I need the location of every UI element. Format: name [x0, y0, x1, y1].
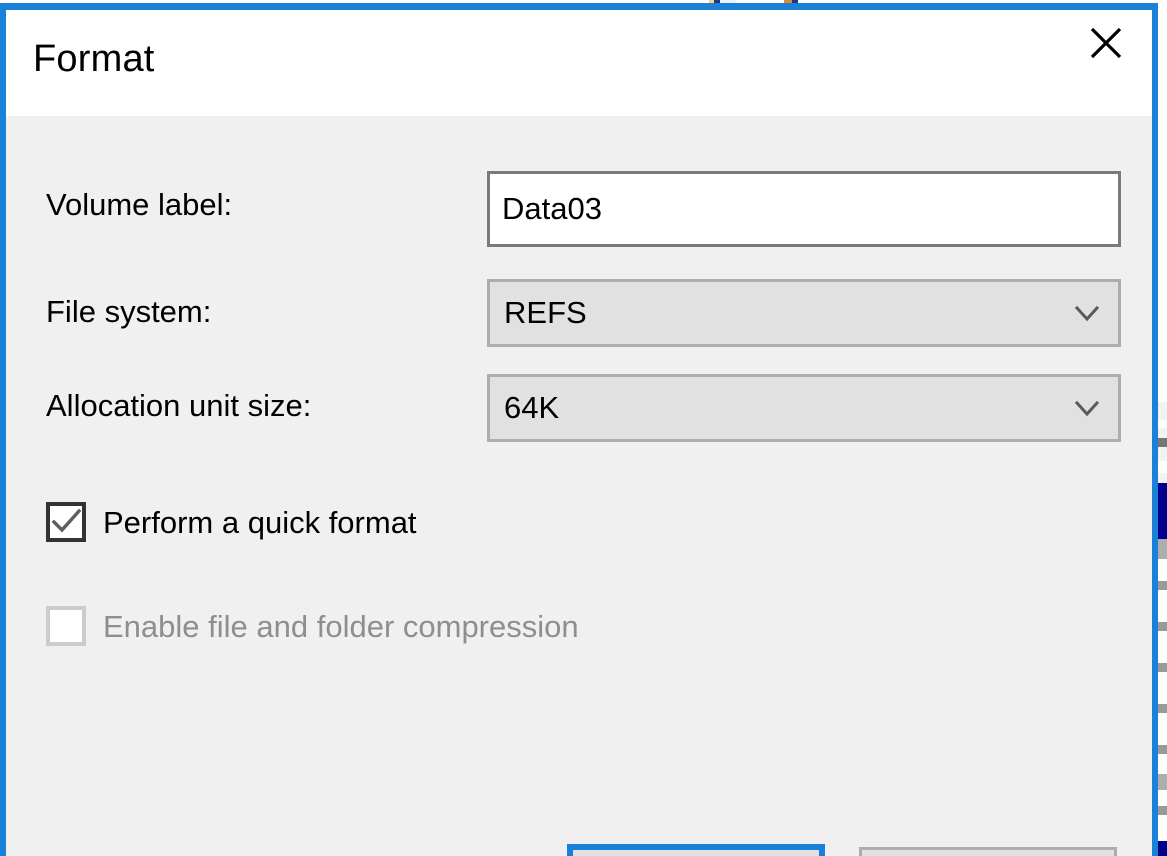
close-button[interactable]: [1060, 10, 1152, 76]
chevron-down-icon: [1074, 305, 1100, 322]
allocation-unit-size-dropdown[interactable]: 64K: [487, 374, 1121, 442]
background-row: [1158, 704, 1167, 713]
dialog-body: Volume label: File system: REFS Allocati…: [6, 116, 1152, 856]
background-row: [1158, 581, 1167, 590]
quick-format-checkbox[interactable]: [46, 502, 86, 542]
background-row-selected: [1158, 483, 1167, 539]
file-system-label: File system:: [46, 294, 212, 329]
volume-label-input[interactable]: [487, 171, 1121, 247]
background-row: [1158, 420, 1167, 428]
background-row: [1158, 663, 1167, 672]
background-row: [1158, 402, 1167, 420]
chevron-down-icon: [1074, 400, 1100, 417]
background-row: [1158, 815, 1167, 841]
background-row: [1158, 428, 1167, 438]
background-row-selected: [1158, 841, 1167, 856]
volume-label-label: Volume label:: [46, 187, 233, 222]
cancel-button[interactable]: Cancel: [859, 847, 1117, 856]
background-row: [1158, 790, 1167, 806]
allocation-unit-size-label: Allocation unit size:: [46, 388, 312, 423]
background-window-right-sliver: [1158, 0, 1167, 856]
background-row: [1158, 806, 1167, 815]
background-row: [1158, 754, 1167, 774]
background-row: [1158, 447, 1167, 461]
dialog-title: Format: [33, 38, 155, 80]
allocation-unit-size-value: 64K: [504, 390, 560, 425]
quick-format-row[interactable]: Perform a quick format: [46, 502, 417, 542]
format-dialog: Format Volume label: File system: REFS: [0, 3, 1158, 856]
file-system-dropdown[interactable]: REFS: [487, 279, 1121, 347]
background-row: [1158, 438, 1167, 447]
background-row: [1158, 0, 1167, 402]
background-row: [1158, 473, 1167, 483]
compression-label: Enable file and folder compression: [103, 608, 579, 644]
background-row: [1158, 559, 1167, 581]
dialog-titlebar: Format: [6, 10, 1152, 116]
background-row: [1158, 672, 1167, 704]
background-row: [1158, 622, 1167, 631]
compression-row: Enable file and folder compression: [46, 606, 579, 646]
background-row: [1158, 539, 1167, 559]
background-row: [1158, 461, 1167, 473]
close-icon: [1090, 27, 1122, 59]
background-row: [1158, 631, 1167, 663]
compression-checkbox: [46, 606, 86, 646]
ok-button[interactable]: OK: [567, 844, 825, 856]
background-row: [1158, 713, 1167, 745]
background-row: [1158, 774, 1167, 790]
screen: Format Volume label: File system: REFS: [0, 0, 1167, 856]
background-row: [1158, 590, 1167, 622]
background-row: [1158, 745, 1167, 754]
checkmark-icon: [51, 508, 81, 533]
file-system-value: REFS: [504, 295, 587, 330]
quick-format-label: Perform a quick format: [103, 504, 417, 540]
